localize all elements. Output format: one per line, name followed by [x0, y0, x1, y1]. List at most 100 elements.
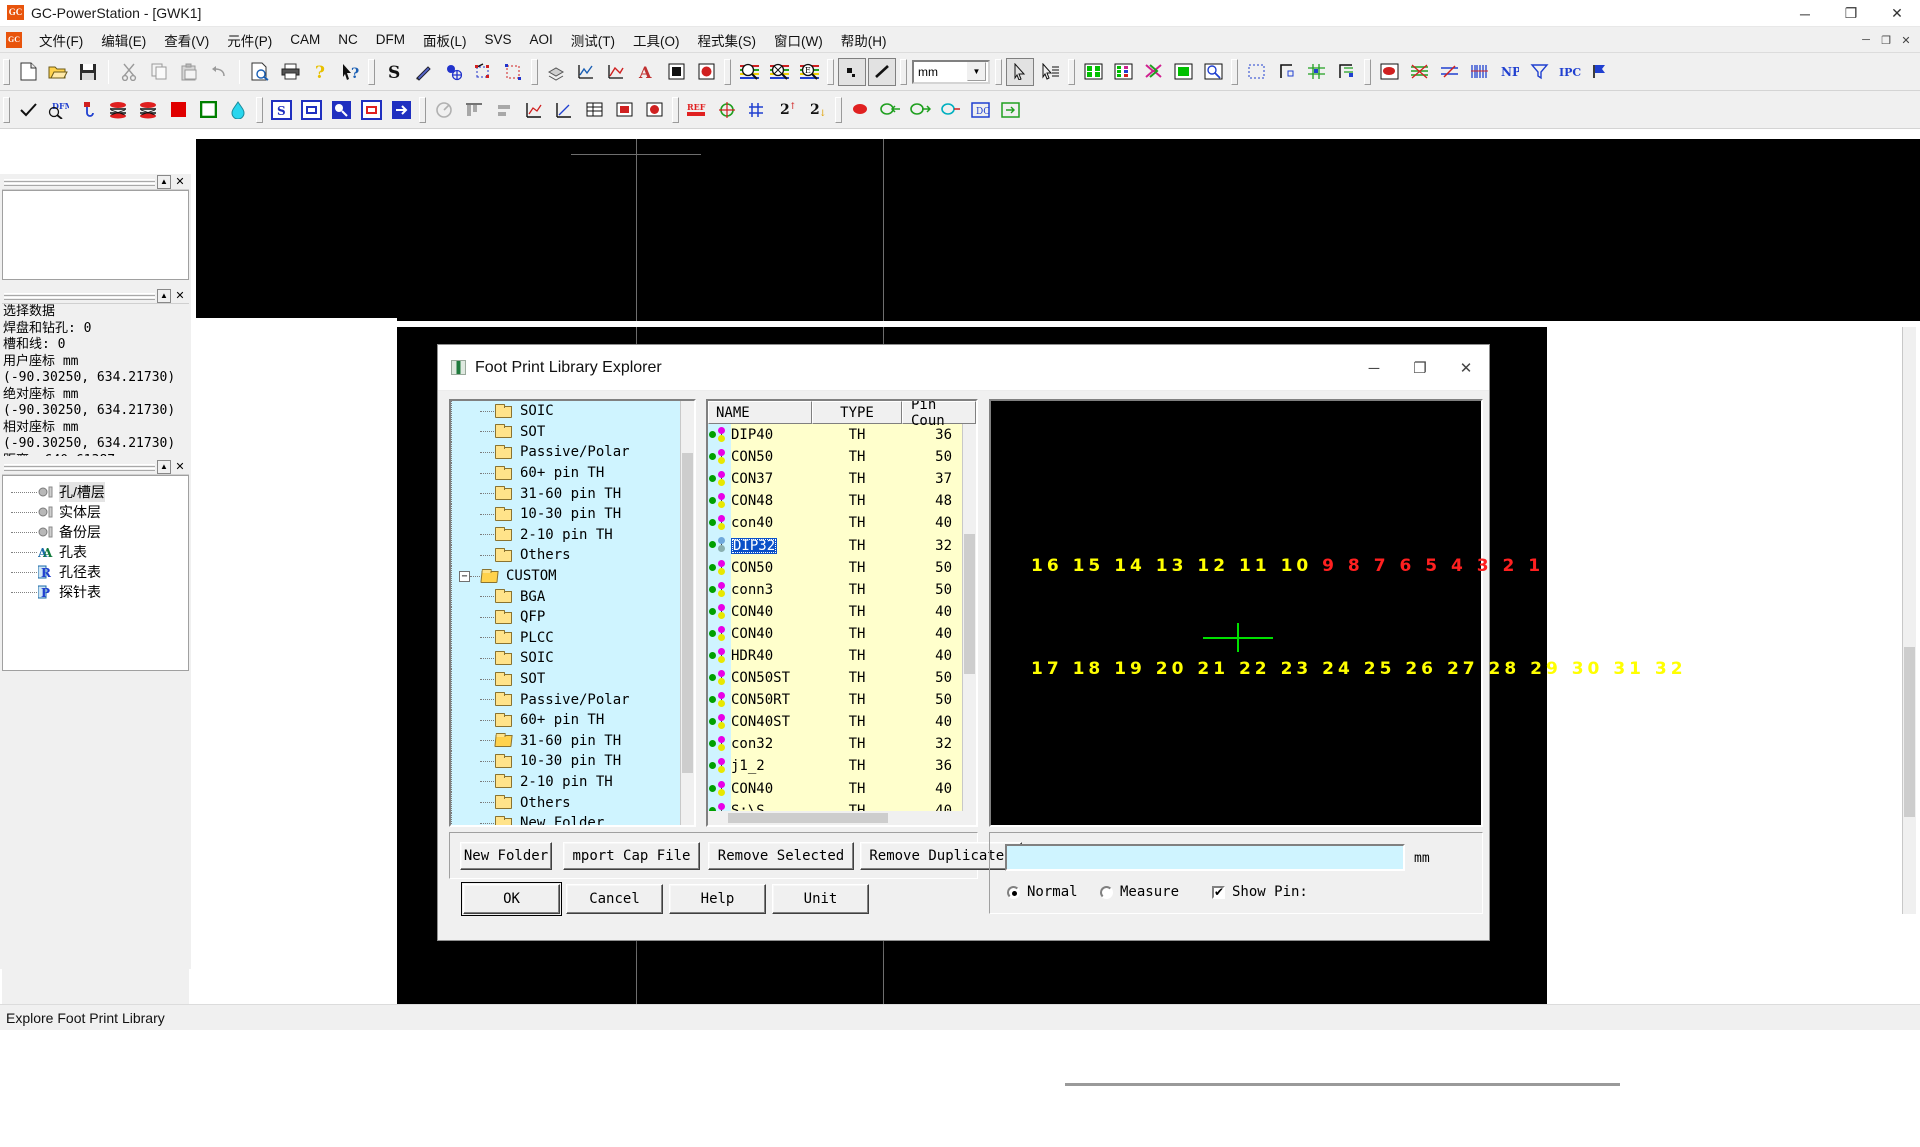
copy-icon[interactable] — [145, 58, 173, 86]
grid-multi-icon[interactable] — [1139, 58, 1167, 86]
layer-item-probe-table[interactable]: P 探针表 — [3, 582, 188, 602]
panel-close-button[interactable]: ✕ — [173, 289, 187, 303]
toolbar-grip[interactable] — [256, 97, 263, 123]
panel-close-button[interactable]: ✕ — [173, 460, 187, 474]
menu-item-cam[interactable]: CAM — [281, 29, 329, 50]
context-help-icon[interactable]: ? — [336, 58, 364, 86]
help-button[interactable]: Help — [669, 884, 766, 914]
tree-expander-icon[interactable]: − — [459, 571, 470, 582]
table-row[interactable]: CON40TH40 — [708, 601, 976, 623]
dialog-maximize-button[interactable]: ❐ — [1397, 345, 1443, 391]
menu-item-view[interactable]: 查看(V) — [155, 27, 218, 53]
help-question-icon[interactable]: ? — [306, 58, 334, 86]
tree-item[interactable]: 2-10 pin TH — [451, 772, 694, 793]
window-maximize-button[interactable]: ❐ — [1828, 0, 1874, 27]
toolbar-grip[interactable] — [368, 59, 375, 85]
save-icon[interactable] — [74, 58, 102, 86]
layer-edit-icon[interactable] — [542, 58, 570, 86]
ellipse-cyan-icon[interactable] — [936, 96, 964, 124]
measure-xy-icon[interactable] — [520, 96, 548, 124]
measure-pen-icon[interactable] — [409, 58, 437, 86]
toolbar-grip[interactable] — [1068, 59, 1075, 85]
ref-icon[interactable]: REF — [683, 96, 711, 124]
panel-collapse-button[interactable]: ▲ — [157, 289, 171, 303]
line-mode-icon[interactable] — [868, 58, 896, 86]
canvas-vertical-scrollbar[interactable] — [1902, 327, 1916, 914]
compare-icon[interactable] — [1405, 58, 1433, 86]
add-text-icon[interactable]: A — [632, 58, 660, 86]
layer-item-solid[interactable]: 实体层 — [3, 502, 188, 522]
column-header-name[interactable]: NAME — [708, 401, 812, 424]
menu-item-help[interactable]: 帮助(H) — [832, 27, 896, 53]
marquee-select-icon[interactable] — [1242, 58, 1270, 86]
tree-item[interactable]: 31-60 pin TH — [451, 483, 694, 504]
column-header-type[interactable]: TYPE — [812, 401, 902, 424]
netlist-icon[interactable] — [602, 58, 630, 86]
align-grid-icon[interactable] — [1302, 58, 1330, 86]
ok-button[interactable]: OK — [463, 884, 560, 914]
toolbar-grip[interactable] — [672, 97, 679, 123]
rect-edit-icon[interactable] — [499, 58, 527, 86]
red-stop-icon[interactable] — [610, 96, 638, 124]
add-pad-icon[interactable] — [439, 58, 467, 86]
toolbar-grip[interactable] — [419, 97, 426, 123]
dialog-minimize-button[interactable]: ─ — [1351, 345, 1397, 391]
tree-item[interactable]: Passive/Polar — [451, 689, 694, 710]
tree-item[interactable]: New Folder — [451, 813, 694, 825]
measure-radio-option[interactable]: Measure — [1100, 884, 1179, 900]
table-row[interactable]: j1_2TH36 — [708, 755, 976, 777]
tree-item[interactable]: 10-30 pin TH — [451, 751, 694, 772]
tree-item[interactable]: −CUSTOM — [451, 566, 694, 587]
stackup-red-icon[interactable] — [104, 96, 132, 124]
import-cap-file-button[interactable]: mport Cap File — [563, 842, 700, 870]
table-row[interactable]: DIP40TH36 — [708, 424, 976, 446]
red-oval-icon[interactable] — [1375, 58, 1403, 86]
table-icon[interactable] — [580, 96, 608, 124]
panel-collapse-button[interactable]: ▲ — [157, 460, 171, 474]
paste-icon[interactable] — [175, 58, 203, 86]
mdi-restore-button[interactable]: ❐ — [1876, 30, 1896, 50]
layer-item-hole-size-table[interactable]: R 孔径表 — [3, 562, 188, 582]
chevron-down-icon[interactable]: ▼ — [967, 62, 986, 81]
table-row[interactable]: con32TH32 — [708, 733, 976, 755]
menu-item-edit[interactable]: 编辑(E) — [92, 27, 155, 53]
toolbar-grip[interactable] — [3, 97, 10, 123]
drop-icon[interactable] — [224, 96, 252, 124]
tree-item[interactable]: 60+ pin TH — [451, 710, 694, 731]
table-row[interactable]: CON50STTH50 — [708, 667, 976, 689]
box-arrow-icon[interactable] — [996, 96, 1024, 124]
mdi-close-button[interactable]: ✕ — [1896, 30, 1916, 50]
units-combo[interactable]: mm ▼ — [912, 60, 990, 84]
align-corner-icon[interactable] — [1332, 58, 1360, 86]
window-close-button[interactable]: ✕ — [1874, 0, 1920, 27]
dfm-zoom-icon[interactable]: DFM — [44, 96, 72, 124]
footprint-preview[interactable]: 16 15 14 13 12 11 10 9 8 7 6 5 4 3 — [991, 401, 1481, 825]
panel-close-button[interactable]: ✕ — [173, 175, 187, 189]
tree-item[interactable]: 31-60 pin TH — [451, 731, 694, 752]
menu-item-test[interactable]: 测试(T) — [562, 27, 624, 53]
table-row[interactable]: DIP32TH32 — [708, 534, 976, 556]
tree-item[interactable]: 60+ pin TH — [451, 463, 694, 484]
ellipse-right-icon[interactable] — [906, 96, 934, 124]
panel-collapse-button[interactable]: ▲ — [157, 175, 171, 189]
red-circle-icon[interactable] — [640, 96, 668, 124]
print-icon[interactable] — [276, 58, 304, 86]
tree-item[interactable]: SOIC — [451, 648, 694, 669]
table-row[interactable]: CON40TH40 — [708, 623, 976, 645]
menu-item-svs[interactable]: SVS — [476, 29, 521, 50]
check-icon[interactable] — [14, 96, 42, 124]
window-minimize-button[interactable]: ─ — [1782, 0, 1828, 27]
toolbar-grip[interactable] — [1231, 59, 1238, 85]
open-folder-icon[interactable] — [44, 58, 72, 86]
ipc-icon[interactable]: IPC — [1555, 58, 1583, 86]
show-pin-checkbox-option[interactable]: Show Pin: — [1212, 884, 1308, 900]
cancel-button[interactable]: Cancel — [566, 884, 663, 914]
layer-item-backup[interactable]: 备份层 — [3, 522, 188, 542]
normal-radio[interactable] — [1007, 886, 1020, 899]
menu-item-panel[interactable]: 面板(L) — [414, 27, 476, 53]
undo-icon[interactable] — [205, 58, 233, 86]
blue-zoom-icon[interactable] — [327, 96, 355, 124]
mdi-document-icon[interactable]: GC — [6, 32, 22, 48]
target-icon[interactable] — [713, 96, 741, 124]
corner-icon[interactable] — [1272, 58, 1300, 86]
